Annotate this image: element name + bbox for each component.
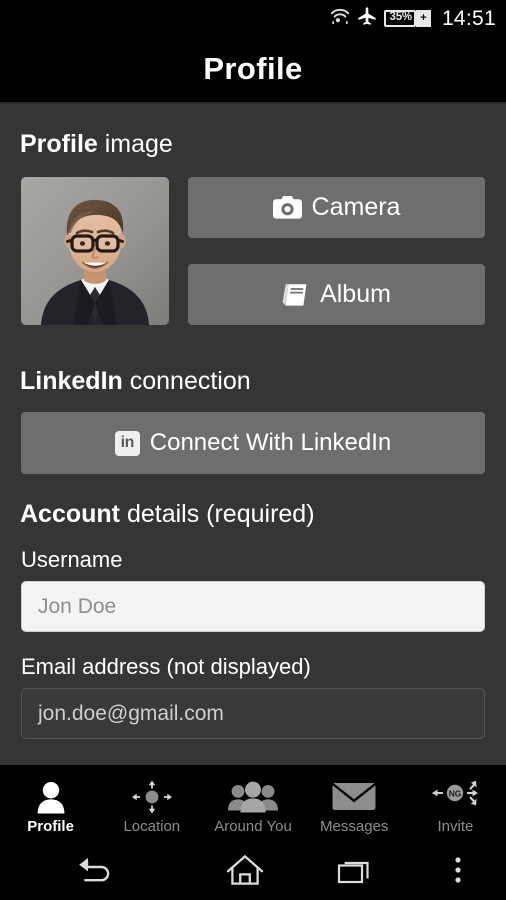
invite-ng-icon: NG — [429, 778, 481, 816]
battery-indicator: 35% + — [383, 9, 431, 27]
connect-linkedin-label: Connect With LinkedIn — [149, 429, 392, 456]
tab-location[interactable]: Location — [101, 765, 202, 844]
email-label: Email address (not displayed) — [21, 654, 311, 679]
profile-image-row: Camera Album — [0, 177, 506, 325]
avatar-photo — [21, 177, 169, 325]
avatar[interactable] — [21, 177, 169, 325]
airplane-mode-icon — [357, 6, 377, 31]
account-heading-strong: Account — [20, 500, 120, 528]
tab-messages-label: Messages — [320, 818, 389, 835]
album-button-label: Album — [320, 280, 391, 308]
linkedin-heading-strong: LinkedIn — [20, 367, 123, 395]
recents-icon — [337, 855, 373, 890]
bottom-tab-bar: Profile Location Around You Messages NG … — [0, 765, 506, 844]
linkedin-section-heading: LinkedIn connection — [0, 367, 506, 396]
back-icon — [75, 856, 115, 889]
status-icon-group: 35% + 14:51 — [330, 6, 496, 31]
linkedin-badge-label: in — [114, 430, 140, 456]
back-button[interactable] — [0, 856, 190, 889]
linkedin-icon: in — [114, 430, 140, 456]
page-title: Profile — [203, 51, 303, 86]
overflow-menu-icon — [454, 856, 462, 889]
tab-messages[interactable]: Messages — [304, 765, 405, 844]
linkedin-heading-light: connection — [122, 367, 251, 395]
person-icon — [35, 778, 67, 816]
tab-profile[interactable]: Profile — [0, 765, 101, 844]
battery-charging-icon: + — [415, 9, 431, 27]
tab-around-you[interactable]: Around You — [202, 765, 303, 844]
photo-source-buttons: Camera Album — [188, 177, 485, 325]
tab-around-you-label: Around You — [214, 818, 292, 835]
username-input[interactable]: Jon Doe — [21, 581, 485, 632]
email-input-text: jon.doe@gmail.com — [38, 701, 224, 725]
people-group-icon — [227, 778, 279, 816]
status-clock: 14:51 — [441, 6, 496, 30]
title-bar: Profile — [0, 36, 506, 104]
account-heading-light: details (required) — [120, 500, 315, 528]
phone-screen: 35% + 14:51 Profile Profile image Camera… — [0, 0, 506, 900]
tab-invite[interactable]: NG Invite — [405, 765, 506, 844]
account-section-heading: Account details (required) — [0, 500, 506, 529]
profile-image-heading-strong: Profile — [20, 130, 98, 158]
tab-location-label: Location — [123, 818, 181, 835]
camera-icon — [272, 196, 302, 219]
username-label: Username — [21, 547, 123, 572]
camera-button[interactable]: Camera — [188, 177, 485, 238]
status-bar: 35% + 14:51 — [0, 0, 506, 36]
album-button[interactable]: Album — [188, 264, 485, 325]
battery-percent-label: 35% — [389, 11, 413, 24]
tab-invite-label: Invite — [437, 818, 474, 835]
home-icon — [226, 854, 264, 891]
profile-image-heading-light: image — [97, 130, 173, 158]
recents-button[interactable] — [300, 855, 410, 890]
envelope-icon — [332, 778, 377, 816]
scroll-content[interactable]: Profile image Camera Album LinkedIn conn… — [0, 106, 506, 765]
profile-image-section-heading: Profile image — [0, 130, 506, 159]
home-button[interactable] — [190, 854, 300, 891]
username-input-text: Jon Doe — [38, 594, 117, 618]
camera-button-label: Camera — [311, 193, 401, 221]
android-nav-bar — [0, 844, 506, 900]
svg-text:NG: NG — [449, 789, 462, 799]
battery-level: 35% — [383, 9, 416, 27]
album-icon — [282, 283, 310, 307]
connect-linkedin-button[interactable]: in Connect With LinkedIn — [21, 412, 485, 474]
wifi-icon — [330, 7, 350, 29]
tab-profile-label: Profile — [27, 818, 74, 835]
locate-icon — [131, 778, 173, 816]
email-input[interactable]: jon.doe@gmail.com — [21, 688, 485, 739]
overflow-menu-button[interactable] — [410, 856, 506, 889]
